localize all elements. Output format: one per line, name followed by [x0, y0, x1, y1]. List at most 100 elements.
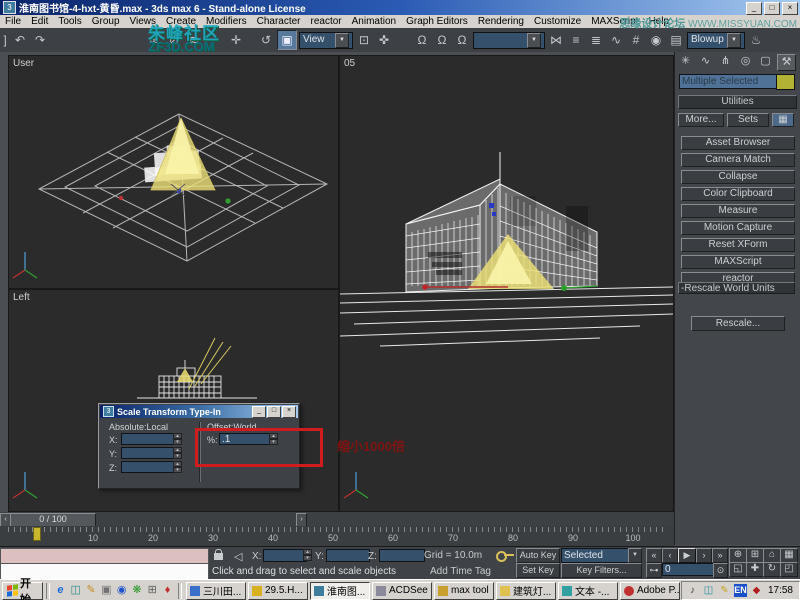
menu-animation[interactable]: Animation: [347, 16, 401, 27]
select-manipulate-icon[interactable]: ✜: [375, 31, 393, 49]
sets-button[interactable]: Sets: [727, 113, 769, 127]
quicklaunch-ie-icon[interactable]: e: [54, 583, 67, 598]
selection-lock-icon[interactable]: [214, 553, 223, 560]
measure-button[interactable]: Measure: [681, 204, 795, 218]
task-button-jianzhudeng[interactable]: 建筑灯...: [496, 582, 556, 600]
quicklaunch-desktop-icon[interactable]: ◫: [69, 583, 82, 598]
schematic-view-icon[interactable]: #: [627, 31, 645, 49]
zoom-icon[interactable]: ⊕: [729, 548, 747, 563]
viewport-left-label[interactable]: Left: [13, 292, 30, 303]
color-clipboard-button[interactable]: Color Clipboard: [681, 187, 795, 201]
align-icon[interactable]: ≡: [567, 31, 585, 49]
menu-create[interactable]: Create: [161, 16, 201, 27]
set-key-button[interactable]: Set Key: [516, 563, 560, 578]
absolute-y-spinner[interactable]: ▴▾: [173, 447, 182, 459]
menu-tools[interactable]: Tools: [53, 16, 86, 27]
quicklaunch-messenger-icon[interactable]: ❋: [130, 583, 143, 598]
zoom-extents-icon[interactable]: ⌂: [763, 548, 781, 563]
asset-browser-button[interactable]: Asset Browser: [681, 136, 795, 150]
collapse-button[interactable]: Collapse: [681, 170, 795, 184]
viewport-camera-label[interactable]: 05: [344, 58, 355, 69]
key-mode-icon[interactable]: ⊶: [646, 563, 662, 578]
start-button[interactable]: 开始: [2, 582, 43, 600]
x-coord-spinner[interactable]: ▴▾: [303, 549, 312, 561]
utilities-rollout-header[interactable]: Utilities: [678, 95, 797, 109]
play-icon[interactable]: ▶: [678, 548, 696, 563]
next-frame-icon[interactable]: ›: [696, 548, 712, 563]
add-time-tag[interactable]: Add Time Tag: [430, 566, 491, 577]
viewport-user[interactable]: User: [8, 55, 339, 289]
bind-spacewarp-icon[interactable]: ≋: [185, 31, 203, 49]
task-button-29-5-h[interactable]: 29.5.H...: [248, 582, 308, 600]
task-button-max-tool[interactable]: max tool: [434, 582, 494, 600]
track-bar-playhead[interactable]: [33, 527, 41, 541]
menu-graph-editors[interactable]: Graph Editors: [401, 16, 473, 27]
x-coord-field[interactable]: [263, 549, 307, 562]
create-tab-icon[interactable]: ✳: [677, 54, 694, 69]
menu-views[interactable]: Views: [125, 16, 162, 27]
quicklaunch-media-icon[interactable]: ◉: [115, 583, 128, 598]
angle-snap-icon[interactable]: Ω: [433, 31, 451, 49]
menu-reactor[interactable]: reactor: [306, 16, 347, 27]
menu-character[interactable]: Character: [252, 16, 306, 27]
zoom-all-icon[interactable]: ⊞: [746, 548, 764, 563]
reset-xform-button[interactable]: Reset XForm: [681, 238, 795, 252]
key-icon[interactable]: [496, 551, 507, 562]
dialog-maximize-icon[interactable]: □: [267, 406, 281, 418]
task-button-adobe[interactable]: Adobe P...: [620, 582, 680, 600]
maximize-icon[interactable]: □: [764, 2, 780, 15]
select-move-icon[interactable]: ✛: [227, 31, 245, 49]
menu-customize[interactable]: Customize: [529, 16, 586, 27]
chevron-down-icon[interactable]: ▼: [628, 548, 642, 563]
time-slider-thumb[interactable]: 0 / 100: [10, 513, 96, 527]
zoom-extents-all-icon[interactable]: ▦: [780, 548, 798, 563]
quicklaunch-viewer-icon[interactable]: ▣: [100, 583, 113, 598]
select-link-icon[interactable]: ∞: [145, 31, 163, 49]
motion-capture-button[interactable]: Motion Capture: [681, 221, 795, 235]
menu-edit[interactable]: Edit: [26, 16, 53, 27]
rescale-rollout-header[interactable]: -Rescale World Units: [678, 282, 795, 294]
task-button-acdsee[interactable]: ACDSee ...: [372, 582, 432, 600]
task-button-sanchuantian[interactable]: 三川田...: [186, 582, 246, 600]
track-bar[interactable]: 10 20 30 40 50 60 70 80 90 100: [0, 526, 674, 546]
menu-file[interactable]: File: [0, 16, 26, 27]
quicklaunch-tools-icon[interactable]: ⊞: [146, 583, 159, 598]
motion-tab-icon[interactable]: ◎: [737, 54, 754, 69]
volume-icon[interactable]: ♪: [686, 584, 699, 597]
language-indicator[interactable]: EN: [734, 584, 747, 597]
menu-group[interactable]: Group: [87, 16, 125, 27]
minimize-icon[interactable]: _: [746, 2, 762, 15]
render-scene-icon[interactable]: ▤: [667, 31, 685, 49]
display-tab-icon[interactable]: ▢: [757, 54, 774, 69]
time-config-icon[interactable]: ⊙: [713, 563, 728, 578]
auto-key-button[interactable]: Auto Key: [516, 548, 560, 563]
layer-manager-icon[interactable]: ≣: [587, 31, 605, 49]
percent-snap-icon[interactable]: Ω: [453, 31, 471, 49]
chevron-down-icon[interactable]: ▼: [335, 33, 349, 48]
hierarchy-tab-icon[interactable]: ⋔: [717, 54, 734, 69]
absolute-z-spinner[interactable]: ▴▾: [173, 461, 182, 473]
dialog-close-icon[interactable]: ×: [282, 406, 296, 418]
modify-tab-icon[interactable]: ∿: [697, 54, 714, 69]
selected-dropdown[interactable]: Selected: [561, 548, 633, 563]
close-icon[interactable]: ×: [782, 2, 798, 15]
maxscript-button[interactable]: MAXScript: [681, 255, 795, 269]
mirror-icon[interactable]: ⋈: [547, 31, 565, 49]
object-color-swatch[interactable]: [776, 74, 795, 90]
absolute-x-field[interactable]: [121, 433, 177, 445]
absolute-y-field[interactable]: [121, 447, 177, 459]
select-rotate-icon[interactable]: ↺: [257, 31, 275, 49]
z-coord-field[interactable]: [379, 549, 425, 562]
undo-icon[interactable]: ↶: [11, 31, 29, 49]
y-coord-field[interactable]: [326, 549, 370, 562]
dialog-minimize-icon[interactable]: _: [252, 406, 266, 418]
selection-name-field[interactable]: Multiple Selected: [679, 74, 777, 89]
sets-list-icon[interactable]: ▦: [772, 113, 794, 127]
redo-icon[interactable]: ↷: [31, 31, 49, 49]
material-editor-icon[interactable]: ◉: [647, 31, 665, 49]
task-button-wenben[interactable]: 文本 -...: [558, 582, 618, 600]
reference-coordsys-dropdown[interactable]: View ▼: [299, 32, 353, 49]
current-frame-field[interactable]: [662, 563, 716, 576]
quick-render-icon[interactable]: ♨: [747, 31, 765, 49]
more-button[interactable]: More...: [678, 113, 724, 127]
